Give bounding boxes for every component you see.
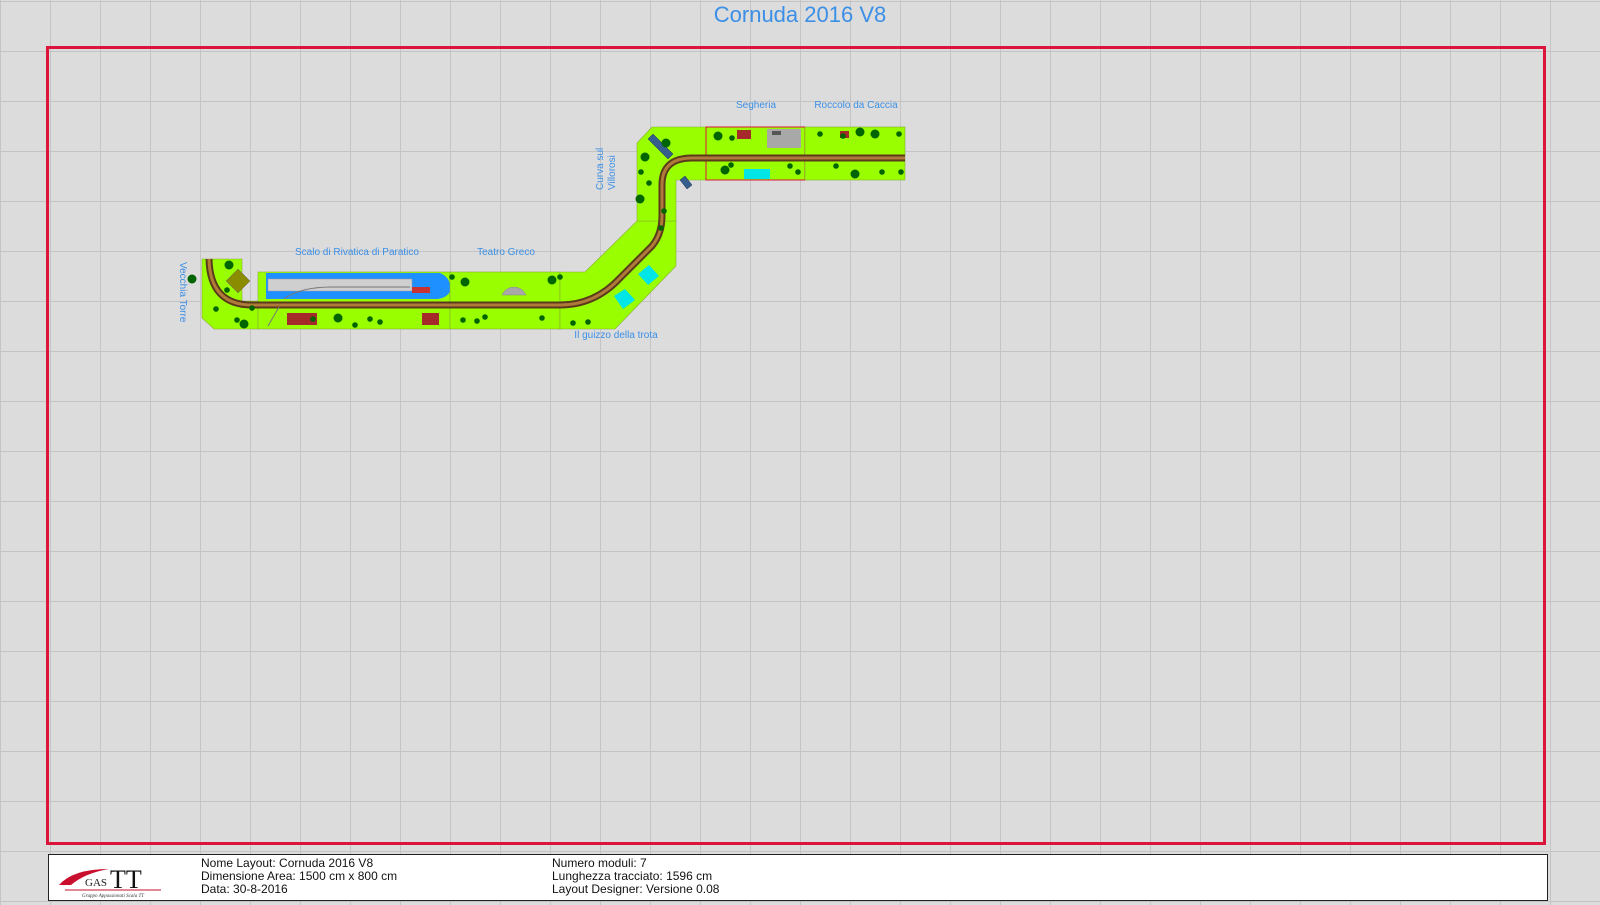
gas-tt-logo: GAS TT Gruppo Appassionati Scala TT	[59, 865, 161, 899]
logo-subtitle: Gruppo Appassionati Scala TT	[82, 894, 145, 899]
module-label-teatro-greco: Teatro Greco	[477, 247, 535, 258]
tree	[539, 315, 545, 321]
layout-canvas: Segheria Roccolo da Caccia Scalo di Riva…	[177, 100, 906, 341]
module-base	[636, 126, 707, 222]
tree	[879, 169, 885, 175]
building	[737, 130, 751, 139]
tree	[224, 287, 230, 293]
tree	[249, 305, 255, 311]
tree	[310, 316, 316, 322]
tree	[557, 274, 563, 280]
tree	[898, 169, 904, 175]
building	[412, 287, 430, 293]
tree	[638, 169, 644, 175]
info-box: GAS TT Gruppo Appassionati Scala TT Nome…	[48, 854, 1548, 901]
tree	[661, 138, 671, 148]
tree	[460, 317, 466, 323]
tree	[795, 169, 801, 175]
module-label-il-guizzo-della-trota: Il guizzo della trota	[574, 330, 658, 341]
tree	[585, 319, 591, 325]
info-column-left: Nome Layout: Cornuda 2016 V8 Dimensione …	[201, 857, 397, 896]
tree	[635, 194, 645, 204]
tree	[224, 260, 234, 270]
tree	[482, 314, 488, 320]
label-line-1: Curva sul	[595, 148, 606, 190]
tree	[239, 319, 249, 329]
building	[422, 313, 439, 325]
module-scalo-di-rivatica-di-paratico[interactable]	[257, 271, 451, 330]
layout-date: Data: 30-8-2016	[201, 882, 288, 896]
tree	[729, 135, 735, 141]
label-line-2: Villorosi	[607, 155, 618, 190]
designer-version: Layout Designer: Versione 0.08	[552, 882, 720, 896]
tree	[850, 169, 860, 179]
tree	[661, 208, 667, 214]
tree	[640, 152, 650, 162]
tree	[817, 131, 823, 137]
tree	[377, 319, 383, 325]
module-label-roccolo-da-caccia: Roccolo da Caccia	[814, 100, 898, 111]
tree	[728, 162, 734, 168]
module-curva-sul-villorosi[interactable]	[636, 126, 707, 222]
tree	[896, 131, 902, 137]
tree	[870, 129, 880, 139]
station-platform	[267, 278, 413, 292]
tree	[646, 180, 652, 186]
tree	[352, 322, 358, 328]
tree	[833, 163, 839, 169]
module-label-segheria: Segheria	[736, 100, 776, 111]
module-label-curva-sul-villorosi: Curva sul Villorosi	[595, 145, 618, 190]
tree	[213, 306, 219, 312]
tree	[547, 275, 557, 285]
module-label-vecchia-torre: Vecchia Torre	[177, 262, 188, 323]
tree	[570, 320, 576, 326]
tree	[720, 165, 730, 175]
tree	[234, 317, 240, 323]
tree	[474, 318, 480, 324]
module-label-scalo-di-rivatica-di-paratico: Scalo di Rivatica di Paratico	[295, 247, 419, 258]
tree	[713, 131, 723, 141]
tree	[787, 163, 793, 169]
tree	[333, 313, 343, 323]
tree	[658, 225, 664, 231]
water-pond	[744, 169, 770, 179]
tree	[367, 316, 373, 322]
tree	[449, 274, 455, 280]
building	[772, 131, 781, 135]
tree	[855, 127, 865, 137]
tree	[460, 277, 470, 287]
tree	[840, 133, 846, 139]
logo-gas: GAS	[85, 877, 107, 889]
info-column-right: Numero moduli: 7 Lunghezza tracciato: 15…	[552, 857, 719, 896]
